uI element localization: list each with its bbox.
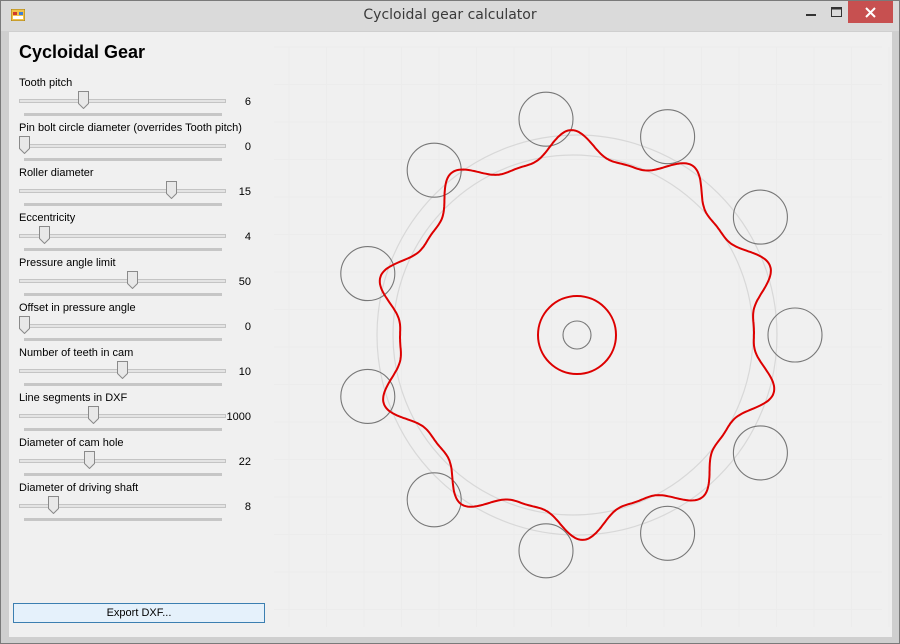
slider-tick-strip — [24, 428, 222, 431]
slider-thumb[interactable] — [19, 136, 30, 154]
slider-tick-strip — [24, 158, 222, 161]
slider-thumb[interactable] — [166, 181, 177, 199]
cam-hole — [537, 295, 617, 375]
slider-tick-strip — [24, 518, 222, 521]
param-value: 8 — [244, 501, 251, 513]
title-bar[interactable]: Cycloidal gear calculator — [1, 1, 899, 31]
app-window: Cycloidal gear calculator Cycloidal Gear… — [0, 0, 900, 644]
minimize-icon — [806, 14, 816, 16]
panel-heading: Cycloidal Gear — [19, 42, 146, 62]
gear-preview-canvas — [274, 46, 890, 627]
slider-thumb[interactable] — [84, 451, 95, 469]
roller-pin — [518, 523, 574, 579]
param-value: 0 — [244, 141, 251, 153]
slider-tick-strip — [24, 383, 222, 386]
roller-pin — [518, 91, 574, 147]
roller-pin — [640, 505, 696, 561]
client-area: Cycloidal Gear Tooth pitch 6 Pin bolt circ… — [9, 32, 892, 637]
roller-pin — [732, 189, 788, 245]
slider-thumb[interactable] — [48, 496, 59, 514]
param-value: 10 — [238, 366, 251, 378]
close-icon — [865, 6, 876, 18]
driving-shaft — [562, 320, 592, 350]
slider-tick-strip — [24, 473, 222, 476]
param-value: 0 — [244, 321, 251, 333]
slider-tick-strip — [24, 338, 222, 341]
close-button[interactable] — [848, 1, 893, 23]
roller-pin — [406, 142, 462, 198]
slider-tick-strip — [24, 293, 222, 296]
slider-tick-strip — [24, 113, 222, 116]
roller-pin — [640, 109, 696, 165]
param-value: 4 — [244, 231, 251, 243]
param-value: 6 — [244, 96, 251, 108]
maximize-icon — [830, 7, 842, 17]
param-value: 15 — [238, 186, 251, 198]
window-title: Cycloidal gear calculator — [363, 7, 537, 23]
slider-thumb[interactable] — [78, 91, 89, 109]
param-value: 1000 — [226, 411, 251, 423]
slider-thumb[interactable] — [39, 226, 50, 244]
param-value: 50 — [238, 276, 251, 288]
param-value: 22 — [238, 456, 251, 468]
slider-tick-strip — [24, 248, 222, 251]
slider-thumb[interactable] — [127, 271, 138, 289]
pitch-circle — [376, 134, 778, 536]
base-circle — [392, 154, 754, 516]
slider-tick-strip — [24, 203, 222, 206]
maximize-button[interactable] — [824, 1, 848, 23]
slider-thumb[interactable] — [88, 406, 99, 424]
minimize-button[interactable] — [798, 1, 824, 23]
export-dxf-button[interactable]: Export DXF... — [13, 603, 265, 623]
roller-pin — [732, 425, 788, 481]
slider-thumb[interactable] — [19, 316, 30, 334]
slider-thumb[interactable] — [117, 361, 128, 379]
